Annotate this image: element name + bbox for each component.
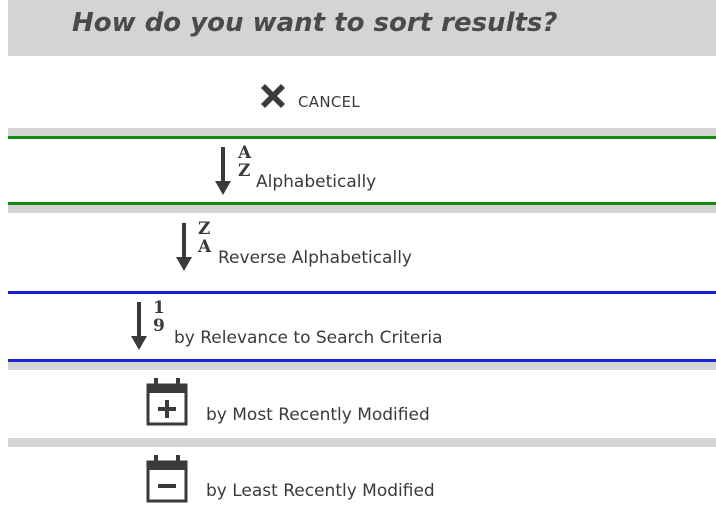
dialog-header: How do you want to sort results? [8, 0, 716, 56]
sort-top-letter: Z [198, 219, 211, 239]
divider [8, 362, 716, 370]
sort-least-recent-option[interactable]: by Least Recently Modified [8, 447, 716, 507]
option-label: Alphabetically [256, 172, 377, 192]
divider [8, 128, 716, 136]
sort-bottom-number: 9 [153, 316, 165, 336]
sort-dialog: How do you want to sort results? CANCEL … [0, 0, 716, 507]
sort-relevance-option[interactable]: 1 9 by Relevance to Search Criteria [8, 291, 716, 362]
sort-bottom-letter: Z [238, 161, 251, 181]
divider [8, 438, 716, 447]
sort-letters: A Z [238, 144, 251, 180]
sort-alphabetically-option[interactable]: A Z Alphabetically [8, 136, 716, 205]
option-label: by Relevance to Search Criteria [174, 328, 443, 348]
option-label: Reverse Alphabetically [218, 248, 412, 268]
close-icon [261, 84, 285, 108]
sort-1-9-icon [131, 302, 147, 350]
sort-letters: Z A [198, 220, 211, 256]
sort-a-z-icon [215, 147, 231, 195]
option-label: by Least Recently Modified [206, 481, 435, 501]
cancel-button[interactable]: CANCEL [8, 56, 716, 128]
cancel-label: CANCEL [298, 93, 361, 111]
sort-z-a-icon [176, 223, 192, 271]
sort-top-letter: A [238, 143, 252, 163]
sort-letters: 1 9 [153, 299, 165, 335]
sort-bottom-letter: A [198, 237, 212, 257]
sort-most-recent-option[interactable]: by Most Recently Modified [8, 370, 716, 438]
calendar-plus-icon [146, 378, 188, 426]
sort-reverse-alphabetically-option[interactable]: Z A Reverse Alphabetically [8, 213, 716, 291]
divider [8, 205, 716, 213]
dialog-title: How do you want to sort results? [72, 8, 558, 38]
sort-top-number: 1 [153, 298, 165, 318]
option-label: by Most Recently Modified [206, 405, 430, 425]
calendar-minus-icon [146, 455, 188, 503]
